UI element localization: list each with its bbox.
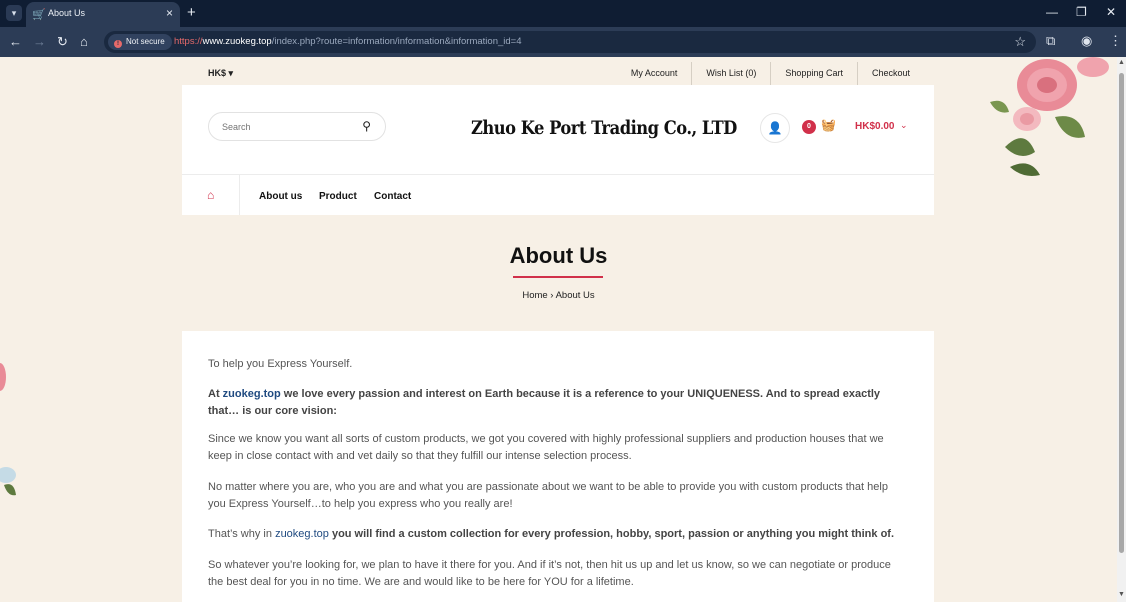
content-panel: To help you Express Yourself. At zuokeg.… — [182, 331, 934, 602]
address-bar[interactable]: ! Not secure https://www.zuokeg.top/index… — [104, 31, 1036, 53]
page-scrollbar[interactable]: ▲ ▼ — [1117, 57, 1126, 602]
currency-label: HK$ — [208, 68, 227, 78]
tab-search-chevron-icon[interactable]: ▾ — [6, 5, 22, 21]
tab-title: About Us — [48, 8, 86, 18]
warning-icon: ! — [114, 40, 122, 48]
back-arrow-icon[interactable]: ← — [9, 34, 22, 49]
top-link-my-account[interactable]: My Account — [617, 62, 693, 86]
top-links: My Account Wish List (0) Shopping Cart C… — [617, 62, 910, 86]
side-flower-decoration-icon — [0, 363, 16, 496]
restore-icon[interactable]: ❐ — [1076, 5, 1087, 19]
title-underline — [513, 276, 603, 278]
browser-tab-active[interactable]: 🛒 About Us × — [26, 2, 180, 27]
chevron-down-icon: ▾ — [228, 68, 234, 78]
breadcrumb-separator: › — [547, 290, 556, 301]
new-tab-plus-icon[interactable]: + — [187, 4, 196, 21]
top-link-wish-list[interactable]: Wish List (0) — [692, 62, 772, 86]
closing-paragraph: So whatever you’re looking for, we plan … — [208, 559, 891, 588]
extensions-icon[interactable]: ⧉ — [1046, 33, 1055, 49]
basket-icon[interactable]: 🧺 — [821, 118, 836, 132]
security-label: Not secure — [126, 37, 165, 46]
collection-prefix: That’s why in — [208, 528, 276, 540]
scroll-up-arrow-icon[interactable]: ▲ — [1118, 59, 1125, 66]
tab-close-icon[interactable]: × — [166, 6, 173, 20]
cart-total[interactable]: HK$0.00 — [855, 121, 894, 132]
express-yourself-paragraph: No matter where you are, who you are and… — [208, 481, 888, 510]
url-scheme: https:// — [174, 36, 203, 47]
cart-chevron-down-icon[interactable]: ⌄ — [900, 120, 908, 131]
rose-decoration-icon — [990, 57, 1109, 176]
profile-icon[interactable]: ◉ — [1081, 33, 1092, 49]
vision-prefix: At — [208, 388, 223, 400]
scroll-down-arrow-icon[interactable]: ▼ — [1118, 591, 1125, 598]
cart-count-badge: 0 — [802, 120, 816, 134]
security-chip[interactable]: ! Not secure — [108, 34, 172, 50]
cart-favicon-icon: 🛒 — [32, 9, 46, 21]
scroll-thumb[interactable] — [1119, 73, 1124, 553]
url-path: /index.php?route=information/information… — [271, 36, 522, 47]
url-text[interactable]: https://www.zuokeg.top/index.php?route=i… — [174, 36, 522, 47]
search-box: ⚲ — [208, 112, 386, 141]
bookmark-star-icon[interactable]: ☆ — [1014, 34, 1026, 50]
url-host: www.zuokeg.top — [202, 36, 272, 47]
collection-text: you will find a custom collection for ev… — [328, 528, 895, 540]
page-viewport: HK$ ▾ My Account Wish List (0) Shopping … — [0, 57, 1117, 602]
top-link-checkout[interactable]: Checkout — [858, 62, 910, 86]
minimize-icon[interactable]: — — [1046, 5, 1058, 19]
home-button-icon[interactable]: ⌂ — [80, 34, 88, 49]
site-link-2[interactable]: zuokeg.top — [275, 528, 329, 540]
user-account-icon[interactable]: 👤 — [760, 113, 790, 143]
window-close-icon[interactable]: ✕ — [1106, 5, 1116, 19]
intro-paragraph: To help you Express Yourself. — [208, 358, 353, 370]
browser-menu-icon[interactable]: ⋮ — [1109, 33, 1122, 49]
menu-divider — [239, 175, 240, 215]
site-header: ⚲ Zhuo Ke Port Trading Co., LTD 👤 0 🧺 HK… — [182, 85, 934, 215]
header-divider — [182, 174, 934, 175]
collection-paragraph: That’s why in zuokeg.top you will find a… — [208, 526, 902, 543]
forward-arrow-icon[interactable]: → — [33, 34, 46, 49]
vision-paragraph: At zuokeg.top we love every passion and … — [208, 386, 902, 420]
home-icon[interactable]: ⌂ — [207, 188, 214, 202]
top-link-shopping-cart[interactable]: Shopping Cart — [771, 62, 858, 86]
currency-selector[interactable]: HK$ ▾ — [208, 68, 233, 79]
menu-item-about-us[interactable]: About us — [259, 191, 302, 202]
vision-text: we love every passion and interest on Ea… — [208, 388, 881, 417]
reload-icon[interactable]: ↻ — [57, 34, 68, 50]
search-input[interactable] — [222, 122, 352, 132]
custom-products-paragraph: Since we know you want all sorts of cust… — [208, 433, 884, 462]
breadcrumb-current: About Us — [555, 290, 595, 301]
menu-item-product[interactable]: Product — [319, 191, 357, 202]
browser-tab-bar: ▾ 🛒 About Us × + — ❐ ✕ — [0, 0, 1126, 27]
page-title: About Us — [509, 243, 608, 268]
breadcrumb: Home › About Us — [0, 290, 1117, 301]
site-logo[interactable]: Zhuo Ke Port Trading Co., LTD — [471, 117, 737, 139]
browser-toolbar: ← → ↻ ⌂ ! Not secure https://www.zuokeg.t… — [0, 27, 1126, 57]
menu-item-contact[interactable]: Contact — [374, 191, 411, 202]
site-link[interactable]: zuokeg.top — [223, 388, 281, 400]
search-icon[interactable]: ⚲ — [362, 119, 371, 133]
breadcrumb-home[interactable]: Home — [522, 290, 547, 301]
